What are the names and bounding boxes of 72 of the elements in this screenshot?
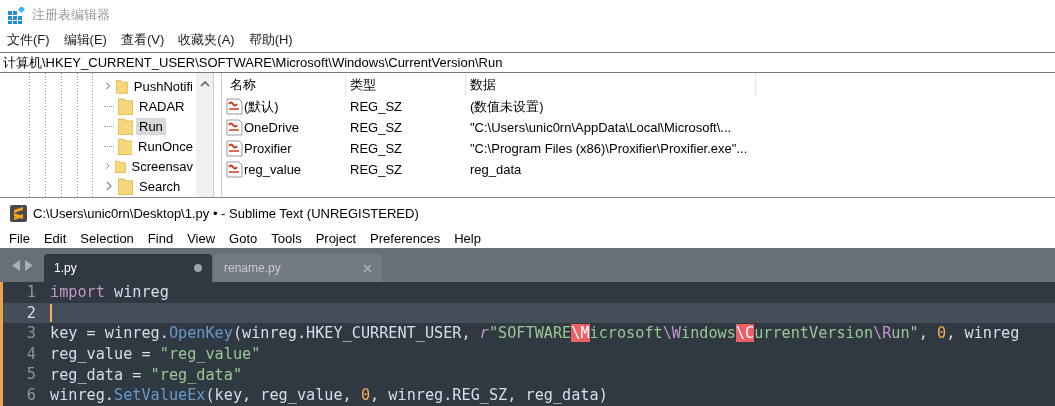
menu-item[interactable]: Tools — [271, 230, 302, 246]
left-arrow-icon[interactable] — [11, 259, 21, 271]
folder-icon — [118, 117, 133, 135]
registry-app-icon — [8, 6, 25, 24]
sublime-logo-icon — [10, 204, 27, 222]
line-number: 6 — [0, 384, 50, 406]
line-number: 4 — [0, 343, 50, 365]
column-header[interactable]: 数据 — [466, 74, 756, 96]
value-name: (默认) — [244, 97, 279, 116]
line-number: 5 — [0, 364, 50, 385]
chevron-right-icon[interactable] — [104, 181, 114, 191]
close-icon[interactable] — [363, 263, 372, 273]
menu-item[interactable]: File — [9, 230, 30, 246]
menu-item[interactable]: View — [187, 230, 216, 246]
menu-item[interactable]: 查看(V) — [120, 31, 165, 49]
scroll-up-icon[interactable] — [199, 80, 210, 87]
menu-item[interactable]: 文件(F) — [7, 31, 50, 49]
folder-icon — [118, 177, 133, 195]
value-name: reg_value — [244, 162, 302, 177]
right-arrow-icon[interactable] — [23, 259, 33, 271]
menu-item[interactable]: 收藏夹(A) — [178, 31, 235, 49]
chevron-right-icon[interactable] — [104, 161, 112, 171]
code-line: winreg.SetValueEx(key, reg_value, 0, winreg.REG_SZ, reg_data) — [50, 386, 608, 405]
address-bar[interactable]: 计算机\HKEY_CURRENT_USER\SOFTWARE\Microsoft\Windows\CurrentVersion\Run — [0, 52, 1055, 73]
value-type: REG_SZ — [349, 99, 403, 114]
window-title: C:\Users\unic0rn\Desktop\1.py • - Sublime Text (UNREGISTERED) — [33, 205, 419, 221]
value-type: REG_SZ — [349, 141, 403, 156]
tree-item[interactable]: PushNotifi — [130, 77, 196, 95]
code-line: reg_data = "reg_data" — [50, 365, 243, 384]
value-data: (数值未设置) — [469, 97, 545, 116]
window-title: 注册表编辑器 — [32, 6, 110, 24]
code-line: import winreg — [50, 283, 169, 302]
menu-item[interactable]: Project — [315, 230, 357, 246]
menu-item[interactable]: Goto — [229, 230, 258, 246]
folder-icon — [118, 97, 133, 115]
column-header[interactable]: 名称 — [226, 74, 346, 96]
code-editor[interactable] — [0, 282, 1055, 406]
value-data: "C:\Program Files (x86)\Proxifier\Proxifier.exe"... — [469, 141, 749, 156]
string-value-icon — [226, 98, 243, 115]
tab[interactable]: 1.py — [44, 254, 212, 282]
code-line: key = winreg.OpenKey(winreg.HKEY_CURRENT_USER, r"SOFTWARE\Microsoft\Windows\CurrentVersion\Run", 0, winreg — [50, 324, 1020, 343]
menu-item[interactable]: Edit — [43, 230, 67, 246]
chevron-right-icon[interactable] — [104, 81, 112, 91]
value-type: REG_SZ — [349, 162, 403, 177]
value-data: reg_data — [469, 162, 523, 177]
menu-item[interactable]: Preferences — [370, 230, 441, 246]
tree-item[interactable]: RADAR — [136, 97, 188, 115]
menu-item[interactable]: 帮助(H) — [248, 31, 293, 49]
value-name: Proxifier — [244, 141, 292, 156]
tab-label: 1.py — [54, 261, 77, 275]
string-value-icon — [226, 161, 243, 178]
tree-item[interactable]: Screensav — [128, 157, 196, 175]
text-cursor — [50, 303, 52, 322]
menu-item[interactable]: Selection — [80, 230, 134, 246]
tree-item[interactable]: Run — [136, 117, 166, 135]
tree-item[interactable]: RunOnce — [135, 137, 196, 155]
value-data: "C:\Users\unic0rn\AppData\Local\Microsoft\... — [469, 120, 733, 135]
string-value-icon — [226, 140, 243, 157]
scrollbar[interactable] — [196, 73, 213, 197]
folder-icon — [115, 77, 128, 95]
line-number: 3 — [0, 323, 50, 344]
value-name: OneDrive — [244, 120, 299, 135]
string-value-icon — [226, 119, 243, 136]
menu-item[interactable]: Help — [454, 230, 481, 246]
menu-item[interactable]: 编辑(E) — [63, 31, 107, 49]
value-type: REG_SZ — [349, 120, 403, 135]
column-header[interactable]: 类型 — [346, 74, 466, 96]
tab-label: rename.py — [224, 261, 281, 275]
folder-icon — [117, 137, 133, 155]
menu-item[interactable]: Find — [147, 230, 174, 246]
tree-item[interactable]: Search — [136, 177, 184, 195]
code-line: reg_value = "reg_value" — [50, 345, 261, 364]
